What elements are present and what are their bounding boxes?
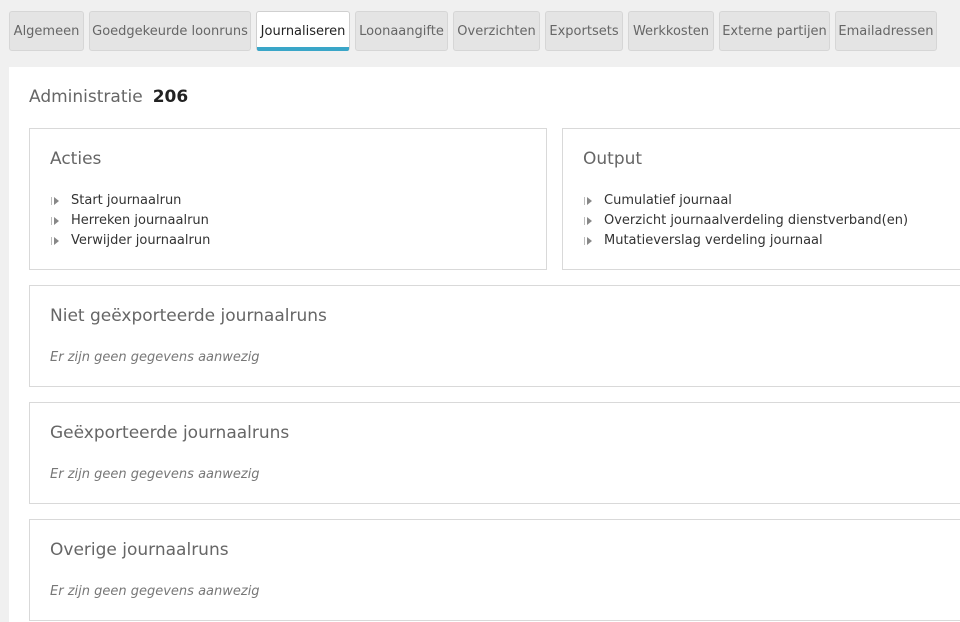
caret-right-icon [51,237,59,245]
geexporteerde-panel: Geëxporteerde journaalruns Er zijn geen … [29,402,960,504]
caret-right-icon [584,217,592,225]
caret-right-icon [51,217,59,225]
caret-right-icon [51,197,59,205]
empty-message: Er zijn geen gegevens aanwezig [50,467,260,482]
action-verwijder-journaalrun[interactable]: Verwijder journaalrun [51,231,211,251]
tab-loonaangifte[interactable]: Loonaangifte [355,11,448,51]
output-label: Cumulatief journaal [604,193,732,208]
output-panel: Output Cumulatief journaal Overzicht jou… [562,128,960,270]
action-label: Herreken journaalrun [71,213,209,228]
output-mutatieverslag[interactable]: Mutatieverslag verdeling journaal [584,231,908,251]
tab-emailadressen[interactable]: Emailadressen [835,11,937,51]
action-start-journaalrun[interactable]: Start journaalrun [51,191,210,211]
output-cumulatief-journaal[interactable]: Cumulatief journaal [584,191,908,211]
overige-panel: Overige journaalruns Er zijn geen gegeve… [29,519,960,621]
acties-title: Acties [50,149,102,169]
tab-exportsets[interactable]: Exportsets [545,11,623,51]
output-label: Overzicht journaalverdeling dienstverban… [604,213,909,228]
section-title: Overige journaalruns [50,540,229,560]
administratie-label: Administratie [29,87,143,107]
action-herreken-journaalrun[interactable]: Herreken journaalrun [51,211,210,231]
output-list: Cumulatief journaal Overzicht journaalve… [584,191,909,251]
tab-externe-partijen[interactable]: Externe partijen [719,11,830,51]
section-title: Geëxporteerde journaalruns [50,423,290,443]
output-label: Mutatieverslag verdeling journaal [604,233,823,248]
action-label: Start journaalrun [71,193,182,208]
administratie-heading: Administratie 206 [29,87,188,107]
acties-panel: Acties Start journaalrun Herreken journa… [29,128,547,270]
caret-right-icon [584,197,592,205]
action-label: Verwijder journaalrun [71,233,211,248]
tab-journaliseren[interactable]: Journaliseren [256,11,350,51]
tab-overzichten[interactable]: Overzichten [453,11,540,51]
output-title: Output [583,149,643,169]
content-area: Administratie 206 Acties Start journaalru… [9,67,960,622]
section-title: Niet geëxporteerde journaalruns [50,306,327,326]
tab-werkkosten[interactable]: Werkkosten [628,11,714,51]
administratie-number: 206 [152,87,189,107]
output-overzicht-journaalverdeling[interactable]: Overzicht journaalverdeling dienstverban… [584,211,909,231]
niet-geexporteerde-panel: Niet geëxporteerde journaalruns Er zijn … [29,285,960,387]
empty-message: Er zijn geen gegevens aanwezig [50,350,260,365]
tab-goedgekeurde-loonruns[interactable]: Goedgekeurde loonruns [89,11,251,51]
tab-algemeen[interactable]: Algemeen [9,11,84,51]
empty-message: Er zijn geen gegevens aanwezig [50,584,260,599]
caret-right-icon [584,237,592,245]
acties-list: Start journaalrun Herreken journaalrun V… [51,191,211,251]
